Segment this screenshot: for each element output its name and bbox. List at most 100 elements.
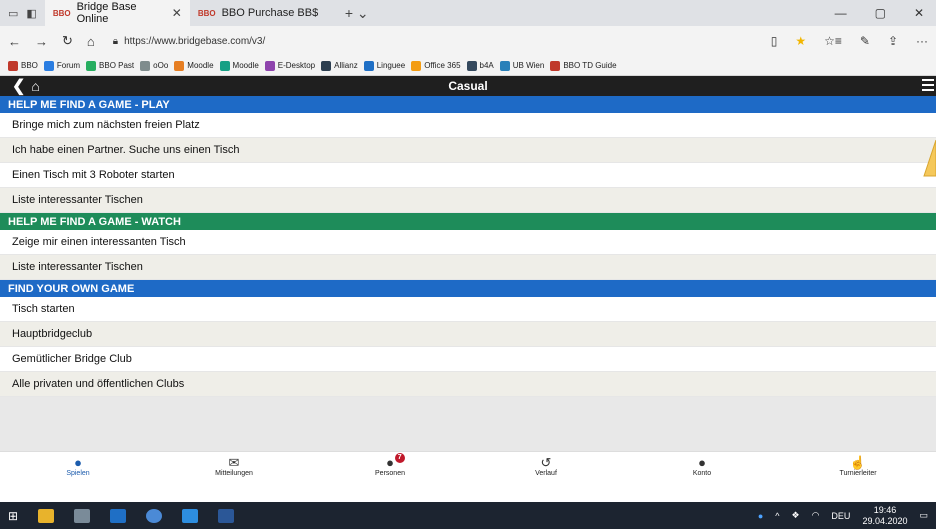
favorite-star-icon[interactable]: ★ — [795, 34, 806, 48]
bottom-nav: ● Spielen ✉ Mitteilungen ● 7 Personen ↺ Verlauf ●… — [0, 451, 936, 478]
pen-icon[interactable]: ✎ — [860, 34, 870, 48]
mail-icon: ✉ — [228, 455, 240, 470]
dropbox-icon[interactable]: ❖ — [791, 510, 799, 521]
back-arrow-icon[interactable]: ← — [8, 34, 21, 49]
url-field[interactable]: 🔒︎ https://www.bridgebase.com/v3/ — [109, 30, 729, 52]
menu-option[interactable]: Zeige mir einen interessanten Tisch — [0, 230, 936, 255]
favorite-icon — [219, 60, 230, 71]
menu-option[interactable]: Hauptbridgeclub — [0, 322, 936, 347]
browser-tab-purchase[interactable]: BBO BBO Purchase BB$ — [190, 0, 335, 26]
more-icon[interactable]: ··· — [916, 34, 928, 48]
nav-spielen[interactable]: ● Spielen — [0, 452, 156, 478]
favorite-link[interactable]: b4A — [466, 60, 494, 71]
favorite-link[interactable]: E-Desktop — [264, 60, 315, 71]
menu-option[interactable]: Liste interessanter Tischen — [0, 255, 936, 280]
history-icon: ↺ — [540, 455, 552, 470]
language-indicator[interactable]: DEU — [831, 511, 850, 521]
tab-title: BBO Purchase BB$ — [221, 7, 319, 19]
favorite-icon — [499, 60, 510, 71]
favorite-label: BBO TD Guide — [563, 61, 617, 70]
nav-konto[interactable]: ● Konto — [624, 452, 780, 478]
menu-option[interactable]: Alle privaten und öffentlichen Clubs — [0, 372, 936, 397]
nav-label: Personen — [375, 470, 405, 477]
hamburger-menu-icon[interactable] — [922, 79, 934, 94]
favorite-icon — [86, 60, 97, 71]
favorite-link[interactable]: BBO Past — [86, 60, 134, 71]
word-icon[interactable] — [218, 508, 235, 523]
favorites-list-icon[interactable]: ☆≡ — [824, 34, 842, 48]
favorite-label: Moodle — [232, 61, 259, 70]
menu-option[interactable]: Liste interessanter Tischen — [0, 188, 936, 213]
people-icon: ● — [386, 455, 394, 470]
chrome-icon[interactable] — [146, 508, 163, 523]
favorite-link[interactable]: BBO TD Guide — [550, 60, 617, 71]
help-icon[interactable]: ● — [758, 511, 763, 521]
reading-view-icon[interactable]: ▯ — [771, 34, 778, 48]
favorite-link[interactable]: Moodle — [219, 60, 259, 71]
page-title: Casual — [448, 79, 488, 93]
share-icon[interactable]: ⇪ — [888, 34, 898, 48]
favorite-icon — [43, 60, 54, 71]
file-explorer-icon[interactable] — [38, 508, 55, 523]
menu-option[interactable]: Einen Tisch mit 3 Roboter starten — [0, 163, 936, 188]
outlook-icon[interactable] — [110, 508, 127, 523]
lock-icon: 🔒︎ — [112, 35, 119, 47]
new-tab-icon[interactable]: + ⌄ — [335, 5, 379, 22]
bbo-favicon-icon: BBO — [197, 8, 216, 18]
browser-tab-bbo[interactable]: BBO Bridge Base Online ✕ — [44, 0, 190, 26]
app-header: ❮ ⌂ Casual — [0, 76, 936, 96]
tray-chevron-icon[interactable]: ^ — [775, 511, 779, 521]
refresh-icon[interactable]: ↻ — [62, 33, 73, 49]
favorite-label: Moodle — [187, 61, 214, 70]
close-icon[interactable]: ✕ — [172, 6, 182, 20]
favorite-link[interactable]: Office 365 — [411, 60, 461, 71]
back-chevron-icon[interactable]: ❮ — [0, 76, 25, 96]
app-icon[interactable] — [74, 508, 91, 523]
wifi-icon[interactable]: ◠ — [812, 510, 820, 521]
nav-turnierleiter[interactable]: ☝ Turnierleiter — [780, 452, 936, 478]
edge-icon[interactable] — [182, 508, 199, 523]
maximize-icon[interactable]: ▢ — [875, 6, 886, 20]
windows-taskbar: ⊞ ● ^ ❖ ◠ DEU 19:46 29.04.2020 ▭ — [0, 502, 936, 529]
side-arrow-icon — [923, 140, 936, 177]
section-header: HELP ME FIND A GAME - WATCH — [0, 213, 936, 230]
nav-label: Mitteilungen — [215, 470, 253, 477]
menu-option[interactable]: Gemütlicher Bridge Club — [0, 347, 936, 372]
nav-personen[interactable]: ● 7 Personen — [312, 452, 468, 478]
home-icon[interactable]: ⌂ — [87, 34, 95, 49]
favorite-label: Allianz — [334, 61, 358, 70]
favorite-icon — [550, 60, 561, 71]
nav-verlauf[interactable]: ↺ Verlauf — [468, 452, 624, 478]
window-close-icon[interactable]: ✕ — [914, 6, 924, 20]
menu-option[interactable]: Bringe mich zum nächsten freien Platz — [0, 113, 936, 138]
nav-mitteilungen[interactable]: ✉ Mitteilungen — [156, 452, 312, 478]
tab-preview-icon[interactable]: ▭ — [8, 7, 18, 20]
favorite-label: Linguee — [376, 61, 406, 70]
home-icon[interactable]: ⌂ — [25, 78, 39, 94]
windows-start-icon[interactable]: ⊞ — [8, 509, 18, 523]
favorite-link[interactable]: Allianz — [321, 60, 358, 71]
minimize-icon[interactable]: — — [835, 6, 847, 20]
favorite-link[interactable]: oOo — [140, 60, 168, 71]
menu-option[interactable]: Ich habe einen Partner. Suche uns einen … — [0, 138, 936, 163]
favorite-link[interactable]: Forum — [43, 60, 80, 71]
menu-option[interactable]: Tisch starten — [0, 297, 936, 322]
empty-area — [0, 397, 936, 451]
clock[interactable]: 19:46 29.04.2020 — [862, 505, 907, 527]
forward-arrow-icon[interactable]: → — [35, 34, 48, 49]
favorite-link[interactable]: UB Wien — [499, 60, 544, 71]
nav-label: Spielen — [66, 470, 90, 477]
notifications-icon[interactable]: ▭ — [919, 510, 928, 521]
game-menu: HELP ME FIND A GAME - PLAY Bringe mich zu… — [0, 96, 936, 397]
tab-switch-icon[interactable]: ◧ — [26, 7, 36, 20]
favorite-link[interactable]: BBO — [8, 60, 38, 71]
favorite-icon — [411, 60, 422, 71]
browser-tab-bar: ▭ ◧ BBO Bridge Base Online ✕ BBO BBO Pur… — [0, 0, 936, 26]
hand-icon: ☝ — [849, 455, 867, 470]
clock-time: 19:46 — [873, 504, 897, 515]
favorite-icon — [174, 60, 185, 71]
clock-date: 29.04.2020 — [862, 515, 908, 526]
favorite-link[interactable]: Moodle — [174, 60, 214, 71]
favorite-icon — [8, 60, 18, 71]
favorite-link[interactable]: Linguee — [363, 60, 406, 71]
